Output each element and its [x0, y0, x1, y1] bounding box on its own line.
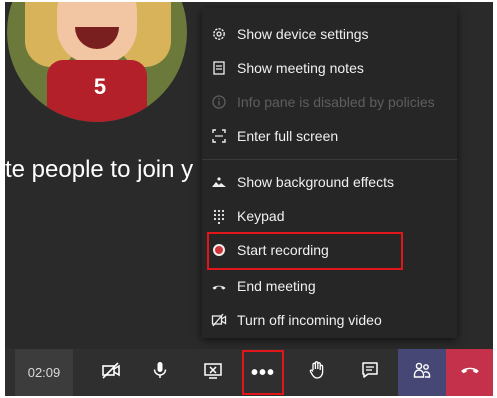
- menu-item-label: Enter full screen: [237, 128, 339, 144]
- menu-item-info-pane: Info pane is disabled by policies: [210, 88, 435, 116]
- participants-button[interactable]: [398, 349, 446, 396]
- share-screen-button[interactable]: [193, 349, 233, 396]
- meeting-timer: 02:09: [15, 349, 73, 396]
- info-icon: [210, 93, 228, 111]
- menu-item-meeting-notes[interactable]: Show meeting notes: [210, 54, 364, 82]
- keypad-icon: [210, 207, 228, 225]
- people-icon: [412, 360, 432, 385]
- fullscreen-icon: [210, 127, 228, 145]
- menu-item-full-screen[interactable]: Enter full screen: [210, 122, 338, 150]
- microphone-icon: [150, 360, 170, 385]
- menu-item-label: End meeting: [237, 278, 316, 294]
- invite-people-text: te people to join y: [5, 156, 194, 183]
- raise-hand-button[interactable]: [297, 349, 337, 396]
- menu-item-device-settings[interactable]: Show device settings: [210, 20, 369, 48]
- menu-item-label: Show device settings: [237, 26, 369, 42]
- menu-item-label: Show meeting notes: [237, 60, 364, 76]
- meeting-stage: 5 te people to join y Show device settin…: [5, 2, 493, 396]
- end-meeting-icon: [210, 277, 228, 295]
- chat-icon: [360, 360, 380, 385]
- hang-up-button[interactable]: [446, 349, 493, 396]
- background-effects-icon: [210, 173, 228, 191]
- menu-divider: [202, 159, 457, 160]
- menu-item-label: Show background effects: [237, 174, 394, 190]
- participant-avatar: 5: [7, 2, 187, 122]
- menu-item-label: Turn off incoming video: [237, 312, 382, 328]
- meeting-toolbar: 02:09 •••: [5, 349, 493, 396]
- raise-hand-icon: [307, 360, 327, 385]
- more-actions-menu: Show device settings Show meeting notes …: [202, 8, 457, 338]
- gear-icon: [210, 25, 228, 43]
- stop-share-icon: [203, 360, 223, 385]
- menu-item-label: Info pane is disabled by policies: [237, 94, 435, 110]
- microphone-button[interactable]: [140, 349, 180, 396]
- more-actions-highlight: [242, 350, 284, 395]
- camera-toggle-button[interactable]: [91, 349, 131, 396]
- menu-item-background-effects[interactable]: Show background effects: [210, 168, 394, 196]
- hang-up-icon: [459, 359, 481, 386]
- menu-item-label: Keypad: [237, 208, 285, 224]
- menu-item-keypad[interactable]: Keypad: [210, 202, 284, 230]
- notes-icon: [210, 59, 228, 77]
- start-recording-highlight: [207, 232, 403, 270]
- video-off-icon: [210, 311, 228, 329]
- chat-button[interactable]: [350, 349, 390, 396]
- menu-item-incoming-video[interactable]: Turn off incoming video: [210, 306, 382, 334]
- camera-off-icon: [101, 360, 121, 385]
- avatar-jersey-number: 5: [93, 74, 107, 99]
- menu-item-end-meeting[interactable]: End meeting: [210, 272, 316, 300]
